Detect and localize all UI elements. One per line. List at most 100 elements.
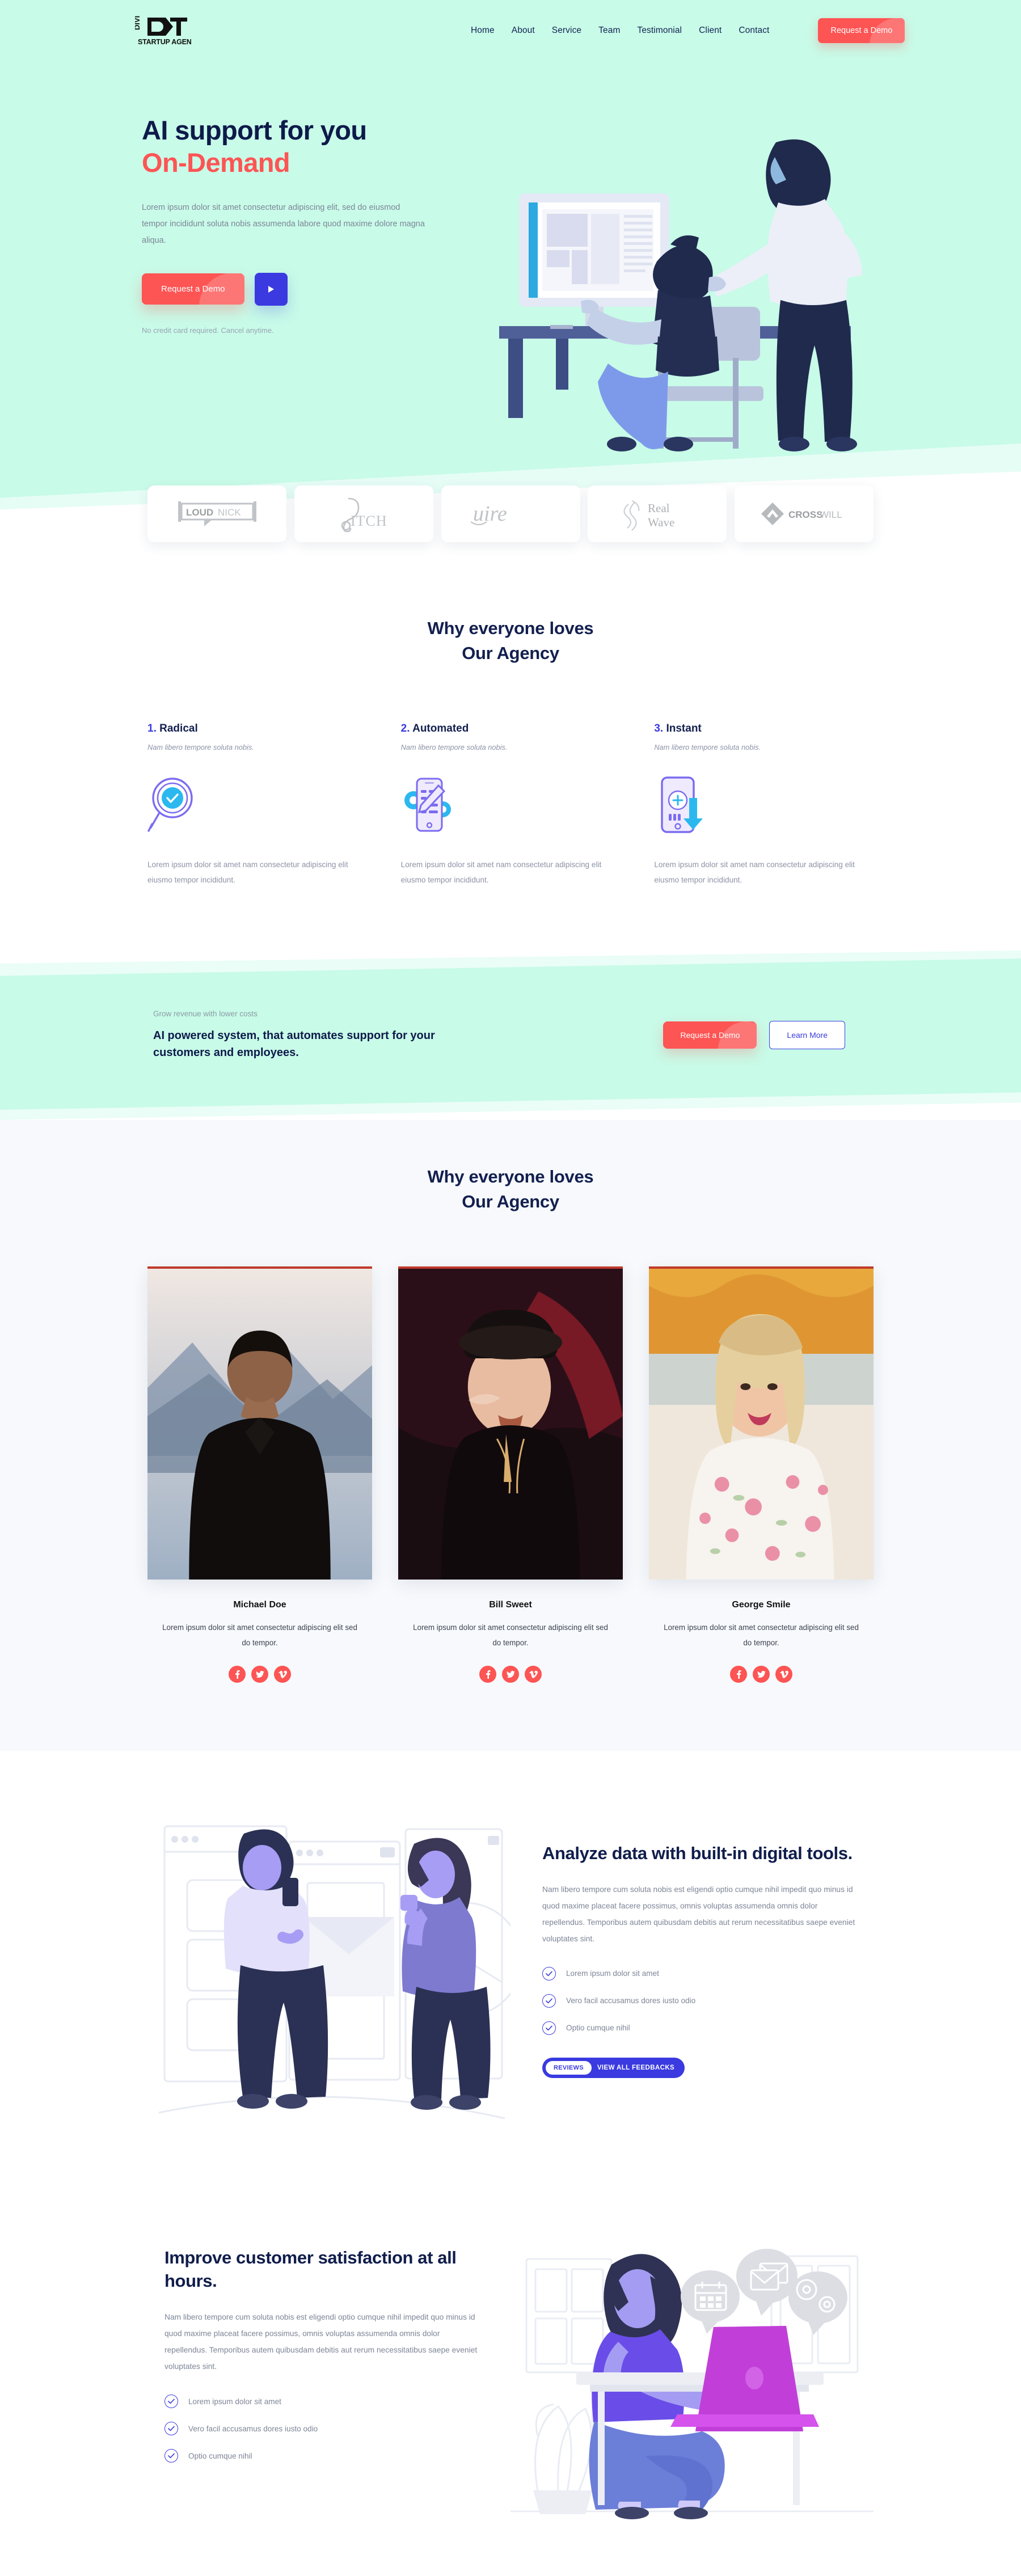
feature-body: Lorem ipsum dolor sit amet nam consectet…: [654, 860, 855, 885]
client-logo-card[interactable]: Real Wave: [588, 485, 727, 542]
svg-text:CROSS: CROSS: [788, 509, 822, 520]
feature-title: Automated: [412, 723, 469, 735]
team-section: Why everyone loves Our Agency Michael Do…: [0, 1120, 1021, 1751]
magnifier-check-icon: [147, 778, 193, 832]
nav-request-demo-button[interactable]: Request a Demo: [818, 18, 905, 43]
checklist-label: Lorem ipsum dolor sit amet: [188, 2397, 281, 2406]
cta-kicker: Grow revenue with lower costs: [153, 1009, 258, 1018]
crosswill-logo: CROSS WILL: [761, 502, 842, 525]
cta-buttons: Request a Demo Learn More: [663, 1021, 874, 1050]
facebook-icon[interactable]: [479, 1666, 496, 1683]
team-member-socials: [649, 1666, 874, 1683]
client-logo-card[interactable]: CROSS WILL: [735, 485, 874, 542]
checklist-label: Optio cumque nihil: [188, 2451, 252, 2460]
analyze-section: Analyze data with built-in digital tools…: [0, 1751, 1021, 2159]
improve-paragraph: Nam libero tempore cum soluta nobis est …: [164, 2313, 478, 2371]
team-member-name: Bill Sweet: [489, 1600, 532, 1610]
feature-number: 3.: [654, 723, 664, 735]
improve-checklist: Lorem ipsum dolor sit amet Vero facil ac…: [164, 2395, 479, 2463]
hero-paragraph: Lorem ipsum dolor sit amet consectetur a…: [142, 202, 425, 245]
team-member-name: George Smile: [732, 1600, 791, 1610]
check-circle-icon: [542, 1966, 556, 1980]
feature-subtitle: Nam libero tempore soluta nobis.: [654, 743, 761, 752]
team-member-socials: [147, 1666, 372, 1683]
team-member-card: Michael Doe Lorem ipsum dolor sit amet c…: [147, 1266, 372, 1683]
svg-text:Wave: Wave: [648, 516, 674, 529]
hero-request-demo-button[interactable]: Request a Demo: [142, 273, 244, 305]
feature-subtitle: Nam libero tempore soluta nobis.: [400, 743, 508, 752]
check-circle-icon: [164, 2422, 178, 2436]
checklist-item: Optio cumque nihil: [542, 2021, 860, 2035]
check-circle-icon: [164, 2449, 178, 2463]
brand-logo[interactable]: DIVI STARTUP AGENCY: [119, 14, 227, 47]
team-photo-frame: [147, 1266, 372, 1580]
checklist-item: Vero facil accusamus dores iusto odio: [164, 2422, 479, 2436]
cta-learn-more-button[interactable]: Learn More: [769, 1021, 845, 1050]
client-logos-section: LOUD NICK ITCH uire Real Wave CROSS WILL: [0, 485, 1021, 582]
team-member-socials: [398, 1666, 623, 1683]
features-section: Why everyone loves Our Agency 1. Radical…: [0, 582, 1021, 951]
feature-body: Lorem ipsum dolor sit amet nam consectet…: [400, 860, 602, 885]
two-people-messaging-illustration: [158, 1825, 510, 2119]
twitter-icon[interactable]: [251, 1666, 268, 1683]
cta-request-demo-button[interactable]: Request a Demo: [663, 1021, 757, 1049]
nav-link-team[interactable]: Team: [598, 26, 620, 36]
nav-links: Home About Service Team Testimonial Clie…: [471, 18, 905, 43]
feature-heading: 2. Automated: [401, 723, 621, 735]
vimeo-icon[interactable]: [525, 1666, 542, 1683]
view-all-feedbacks-label: VIEW ALL FEEDBACKS: [597, 2064, 675, 2071]
team-photo-frame: [649, 1266, 874, 1580]
checklist-label: Optio cumque nihil: [566, 2024, 630, 2033]
client-logo-card[interactable]: uire: [441, 485, 580, 542]
cta-copy: Grow revenue with lower costs AI powered…: [147, 1010, 663, 1061]
cta-headline: AI powered system, that automates suppor…: [153, 1029, 435, 1059]
people-at-computer-illustration: [499, 139, 862, 451]
svg-text:LOUD: LOUD: [186, 507, 213, 518]
twitter-icon[interactable]: [502, 1666, 519, 1683]
cta-band-section: Grow revenue with lower costs AI powered…: [0, 950, 1021, 1121]
team-member-bio: Lorem ipsum dolor sit amet consectetur a…: [413, 1623, 608, 1648]
nav-link-contact[interactable]: Contact: [739, 26, 769, 36]
nav-link-home[interactable]: Home: [471, 26, 495, 36]
team-title-line2: Our Agency: [462, 1192, 559, 1212]
check-circle-icon: [542, 2021, 556, 2035]
team-title: Why everyone loves Our Agency: [119, 1164, 902, 1214]
features-title: Why everyone loves Our Agency: [119, 616, 902, 666]
nav-link-service[interactable]: Service: [552, 26, 581, 36]
vimeo-icon[interactable]: [775, 1666, 792, 1683]
nav-link-client[interactable]: Client: [699, 26, 722, 36]
svg-text:ITCH: ITCH: [351, 513, 387, 529]
twitter-icon[interactable]: [753, 1666, 770, 1683]
check-circle-icon: [164, 2395, 178, 2409]
feature-icon-wrap: [147, 771, 367, 834]
checklist-item: Lorem ipsum dolor sit amet: [164, 2395, 479, 2409]
client-logo-card[interactable]: LOUD NICK: [147, 485, 286, 542]
feature-number: 1.: [147, 723, 157, 735]
hero-title-line2: On-Demand: [142, 147, 290, 178]
blonde-woman-floral-dress-photo: [649, 1269, 874, 1580]
checklist-label: Vero facil accusamus dores iusto odio: [566, 1996, 696, 2005]
checklist-item: Lorem ipsum dolor sit amet: [542, 1966, 860, 1980]
feature-heading: 3. Instant: [654, 723, 874, 735]
man-in-black-jacket-mountains-photo: [147, 1269, 372, 1580]
view-all-feedbacks-button[interactable]: REVIEWS VIEW ALL FEEDBACKS: [542, 2057, 685, 2078]
features-title-line2: Our Agency: [462, 643, 559, 664]
analyze-heading: Analyze data with built-in digital tools…: [542, 1843, 853, 1863]
team-grid: Michael Doe Lorem ipsum dolor sit amet c…: [119, 1266, 902, 1683]
features-title-line1: Why everyone loves: [427, 618, 594, 638]
team-member-card: Bill Sweet Lorem ipsum dolor sit amet co…: [398, 1266, 623, 1683]
nav-link-testimonial[interactable]: Testimonial: [637, 26, 682, 36]
feature-title: Radical: [159, 723, 198, 735]
hero-copy: AI support for you On-Demand Lorem ipsum…: [119, 114, 471, 463]
facebook-icon[interactable]: [730, 1666, 747, 1683]
vimeo-icon[interactable]: [274, 1666, 291, 1683]
facebook-icon[interactable]: [229, 1666, 246, 1683]
hero-note: No credit card required. Cancel anytime.: [142, 326, 274, 335]
nav-link-about[interactable]: About: [512, 26, 535, 36]
play-icon: [268, 285, 274, 293]
hero-section: DIVI STARTUP AGENCY Home About Service T…: [0, 0, 1021, 565]
improve-section: Improve customer satisfaction at all hou…: [0, 2158, 1021, 2554]
client-logo-card[interactable]: ITCH: [294, 485, 433, 542]
hero-play-video-button[interactable]: [254, 272, 288, 306]
svg-text:DIVI: DIVI: [135, 16, 141, 30]
